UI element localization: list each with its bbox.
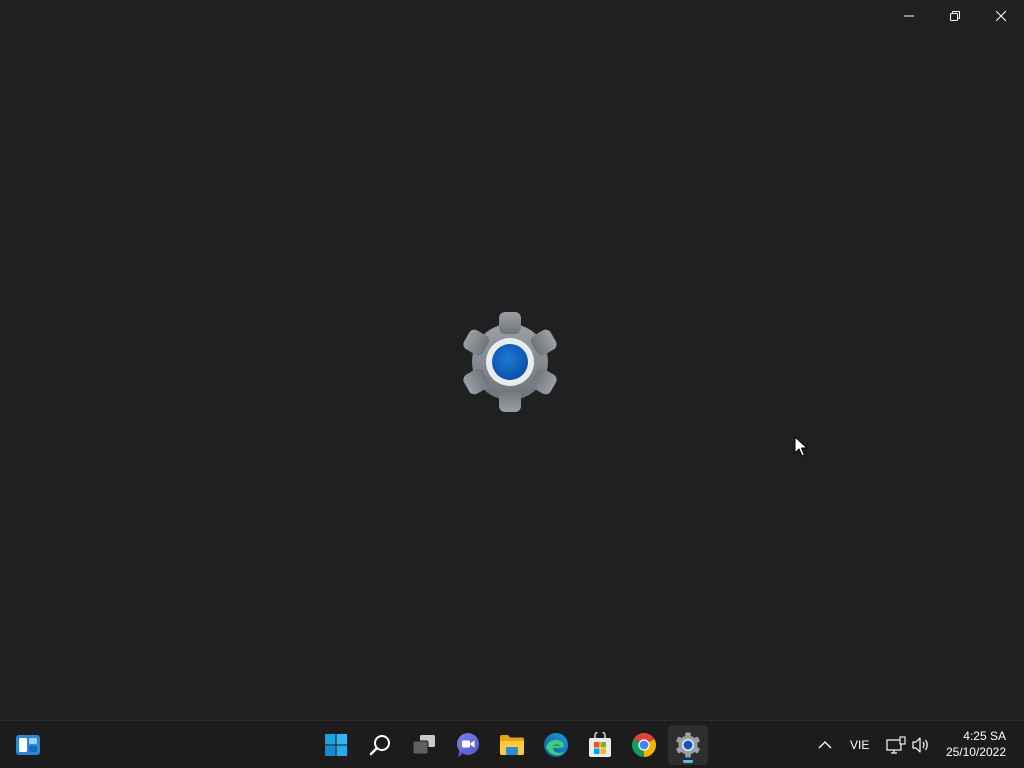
show-hidden-icons-button[interactable] [813, 733, 837, 757]
chevron-up-icon [818, 741, 832, 749]
widgets-icon [16, 735, 40, 755]
edge-browser-icon [544, 733, 568, 757]
search-icon [369, 735, 390, 756]
window-caption-controls [886, 0, 1024, 32]
task-view-icon [412, 735, 435, 755]
mouse-cursor-icon [794, 436, 808, 457]
widgets-button[interactable] [8, 725, 48, 765]
chat-button[interactable] [448, 725, 488, 765]
close-button[interactable] [978, 0, 1024, 32]
network-icon [886, 736, 906, 754]
volume-icon [912, 737, 928, 753]
windows-logo-icon [325, 734, 347, 756]
task-view-button[interactable] [404, 725, 444, 765]
restore-icon [950, 11, 960, 21]
minimize-icon [904, 15, 914, 17]
edge-button[interactable] [536, 725, 576, 765]
folder-icon [500, 735, 524, 755]
settings-gear-icon [676, 732, 700, 758]
input-language-indicator[interactable]: VIE [850, 738, 869, 752]
microsoft-store-icon [589, 732, 611, 757]
clock-date: 25/10/2022 [945, 745, 1006, 759]
restore-button[interactable] [932, 0, 978, 32]
settings-splash-screen [0, 0, 1024, 720]
settings-gear-icon [463, 312, 557, 412]
settings-taskbar-button[interactable] [668, 725, 708, 765]
volume-button[interactable] [909, 733, 933, 757]
chrome-button[interactable] [624, 725, 664, 765]
running-indicator [683, 760, 693, 763]
clock-time: 4:25 SA [963, 729, 1006, 743]
network-button[interactable] [884, 733, 908, 757]
close-icon [996, 11, 1006, 21]
teams-chat-icon [457, 733, 479, 757]
chrome-icon [632, 733, 656, 757]
taskbar: VIE 4:25 SA 25/10/2022 [0, 720, 1024, 768]
start-button[interactable] [316, 725, 356, 765]
clock-button[interactable]: 4:25 SA 25/10/2022 [946, 728, 1006, 760]
file-explorer-button[interactable] [492, 725, 532, 765]
search-button[interactable] [360, 725, 400, 765]
minimize-button[interactable] [886, 0, 932, 32]
store-button[interactable] [580, 725, 620, 765]
